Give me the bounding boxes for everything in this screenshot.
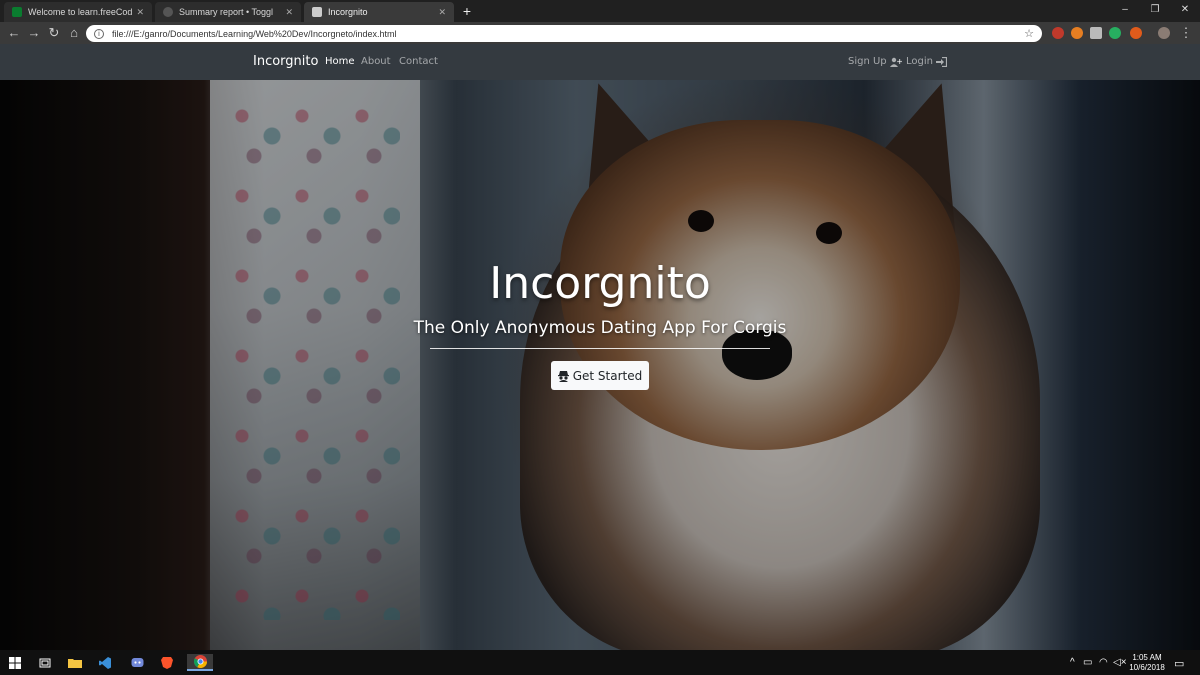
tab-title: Incorgnito	[328, 7, 368, 17]
close-icon[interactable]: ✕	[136, 7, 144, 18]
get-started-button[interactable]: Get Started	[551, 361, 649, 390]
minimize-button[interactable]: –	[1110, 0, 1140, 20]
hero-section: Incorgnito The Only Anonymous Dating App…	[0, 80, 1200, 650]
divider	[430, 348, 770, 349]
clock-date: 10/6/2018	[1129, 663, 1165, 672]
close-icon[interactable]: ✕	[438, 7, 446, 18]
site-navbar: Incorgnito Home About Contact Sign Up Lo…	[0, 44, 1200, 80]
close-icon[interactable]: ✕	[285, 7, 293, 18]
taskbar-clock[interactable]: 1:05 AM 10/6/2018	[1124, 653, 1170, 673]
back-arrow-icon[interactable]: ←	[6, 25, 22, 41]
url-text[interactable]: file:///E:/ganro/Documents/Learning/Web%…	[112, 29, 1024, 39]
windows-taskbar: ^ ▭ ◠ ◁× 1:05 AM 10/6/2018 ▭	[0, 650, 1200, 675]
info-icon[interactable]: i	[94, 28, 104, 39]
browser-tab-freecodecamp[interactable]: Welcome to learn.freeCodeCamp ✕	[4, 2, 152, 22]
toggl-extension-icon[interactable]	[1130, 27, 1142, 39]
restore-button[interactable]: ❐	[1140, 0, 1170, 20]
notifications-icon[interactable]: ▭	[1174, 657, 1184, 670]
nav-contact[interactable]: Contact	[399, 56, 438, 67]
nav-home[interactable]: Home	[325, 56, 355, 67]
signup-label: Sign Up	[848, 56, 887, 67]
browser-tab-strip: Welcome to learn.freeCodeCamp ✕ Summary …	[0, 0, 1200, 22]
hero-subtitle: The Only Anonymous Dating App For Corgis	[413, 318, 787, 338]
browser-tab-toggl[interactable]: Summary report • Toggl ✕	[155, 2, 301, 22]
login-label: Login	[906, 56, 933, 67]
windows-start-icon[interactable]	[6, 654, 24, 671]
battery-icon[interactable]: ▭	[1083, 657, 1092, 668]
nav-about[interactable]: About	[361, 56, 391, 67]
close-window-button[interactable]: ✕	[1170, 0, 1200, 20]
signup-link[interactable]: Sign Up	[848, 56, 902, 67]
grammarly-extension-icon[interactable]	[1109, 27, 1121, 39]
login-link[interactable]: Login	[906, 56, 947, 67]
toggl-favicon-icon	[163, 7, 173, 17]
home-icon[interactable]: ⌂	[66, 25, 82, 41]
profile-avatar[interactable]	[1158, 27, 1170, 39]
get-started-label: Get Started	[572, 368, 643, 383]
ublock-extension-icon[interactable]	[1052, 27, 1064, 39]
menu-dots-icon[interactable]: ⋮	[1178, 25, 1194, 41]
sign-in-icon	[935, 56, 947, 67]
page-favicon-icon	[312, 7, 322, 17]
file-explorer-icon[interactable]	[66, 654, 84, 671]
tab-title: Summary report • Toggl	[179, 7, 274, 17]
task-view-icon[interactable]	[36, 654, 54, 671]
clock-time: 1:05 AM	[1132, 653, 1162, 662]
freecodecamp-favicon-icon	[12, 7, 22, 17]
discord-icon[interactable]	[128, 654, 146, 671]
brand-logo[interactable]: Incorgnito	[253, 54, 318, 69]
brave-browser-icon[interactable]	[158, 654, 176, 671]
chrome-icon[interactable]	[187, 654, 213, 671]
browser-toolbar: ← → ↻ ⌂ i file:///E:/ganro/Documents/Lea…	[0, 22, 1200, 44]
extension-icon[interactable]	[1090, 27, 1102, 39]
address-bar[interactable]: i file:///E:/ganro/Documents/Learning/We…	[86, 25, 1042, 42]
new-tab-button[interactable]: +	[459, 3, 475, 19]
tab-title: Welcome to learn.freeCodeCamp	[28, 7, 133, 17]
hero-title: Incorgnito	[489, 258, 711, 309]
wifi-icon[interactable]: ◠	[1099, 657, 1108, 668]
chevron-up-icon[interactable]: ^	[1070, 657, 1075, 668]
bookmark-star-icon[interactable]: ☆	[1024, 27, 1034, 40]
extension-icon[interactable]	[1071, 27, 1083, 39]
reload-icon[interactable]: ↻	[46, 25, 62, 41]
browser-tab-incorgnito[interactable]: Incorgnito ✕	[304, 2, 454, 22]
incognito-spy-icon	[557, 370, 569, 382]
forward-arrow-icon[interactable]: →	[26, 25, 42, 41]
user-plus-icon	[889, 57, 902, 67]
vscode-icon[interactable]	[96, 654, 114, 671]
